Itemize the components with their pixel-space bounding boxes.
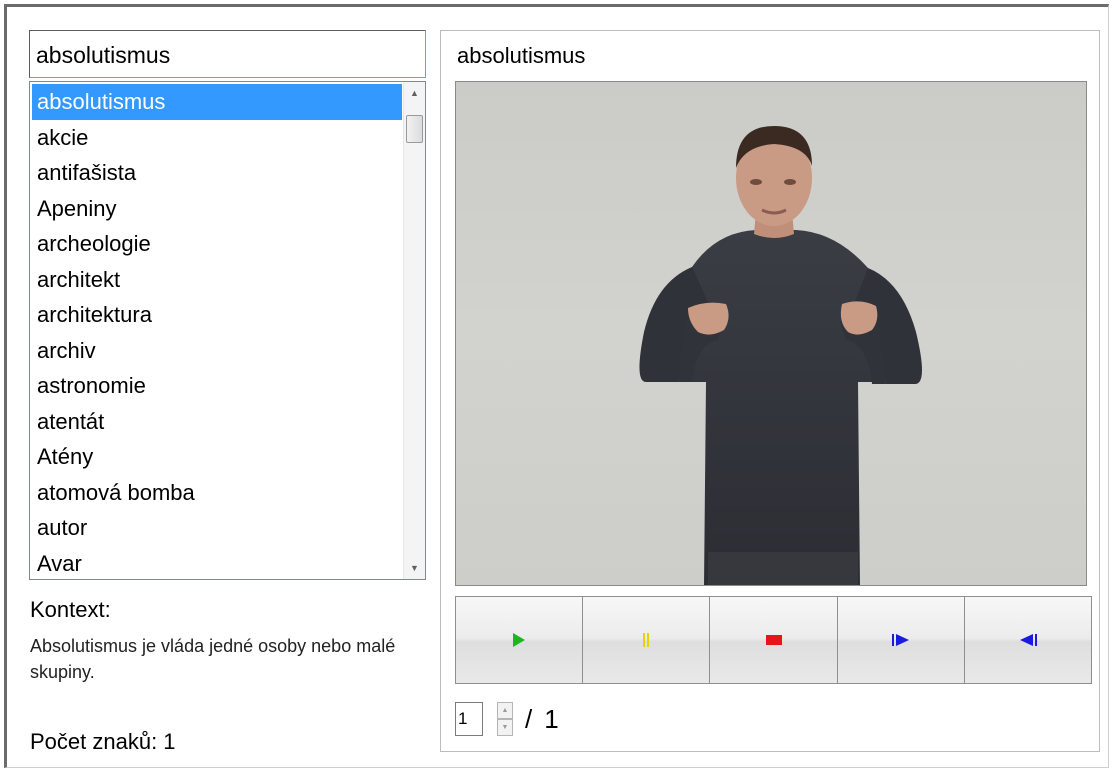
list-item[interactable]: autor <box>32 510 402 546</box>
list-item[interactable]: archiv <box>32 333 402 369</box>
play-icon <box>513 633 526 647</box>
list-item[interactable]: archeologie <box>32 226 402 262</box>
page-navigator: ▲ ▼ / 1 <box>455 700 559 738</box>
stop-icon <box>765 635 782 645</box>
list-item[interactable]: Avar <box>32 546 402 580</box>
sign-count: Počet znaků: 1 <box>30 729 176 754</box>
playback-controls <box>455 596 1093 684</box>
scroll-thumb[interactable] <box>406 115 423 143</box>
step-back-icon <box>1019 634 1037 646</box>
list-item[interactable]: astronomie <box>32 368 402 404</box>
step-back-button[interactable] <box>963 596 1093 684</box>
pause-icon <box>643 633 650 647</box>
context-title: Kontext: <box>30 597 111 622</box>
step-forward-button[interactable] <box>836 596 965 684</box>
signer-video-image <box>639 126 922 585</box>
page-separator: / <box>525 703 533 734</box>
list-item[interactable]: akcie <box>32 120 402 156</box>
play-button[interactable] <box>455 596 584 684</box>
list-item[interactable]: architekt <box>32 262 402 298</box>
list-item[interactable]: atentát <box>32 404 402 440</box>
list-item[interactable]: Apeniny <box>32 191 402 227</box>
pause-button[interactable] <box>582 596 711 684</box>
list-item[interactable]: Atény <box>32 439 402 475</box>
search-input[interactable] <box>29 30 426 78</box>
scroll-down-arrow-icon[interactable]: ▼ <box>404 557 425 579</box>
list-item[interactable]: antifašista <box>32 155 402 191</box>
page-number-input[interactable] <box>455 702 483 736</box>
video-frame[interactable] <box>455 81 1087 586</box>
spin-down-arrow-icon[interactable]: ▼ <box>497 719 513 736</box>
video-title: absolutismus <box>457 43 586 68</box>
page-total: 1 <box>544 703 559 734</box>
list-item[interactable]: atomová bomba <box>32 475 402 511</box>
page-spinner[interactable]: ▲ ▼ <box>497 702 513 736</box>
scroll-up-arrow-icon[interactable]: ▲ <box>404 82 425 104</box>
list-scrollbar[interactable]: ▲ ▼ <box>403 82 425 579</box>
stop-button[interactable] <box>709 596 838 684</box>
list-item[interactable]: architektura <box>32 297 402 333</box>
word-listbox[interactable]: absolutismus akcie antifašista Apeniny arche… <box>29 81 426 580</box>
word-list: absolutismus akcie antifašista Apeniny arche… <box>32 84 402 580</box>
step-forward-icon <box>891 634 909 646</box>
list-item[interactable]: absolutismus <box>32 84 402 120</box>
spin-up-arrow-icon[interactable]: ▲ <box>497 702 513 719</box>
context-text: Absolutismus je vláda jedné osoby nebo m… <box>30 636 396 682</box>
